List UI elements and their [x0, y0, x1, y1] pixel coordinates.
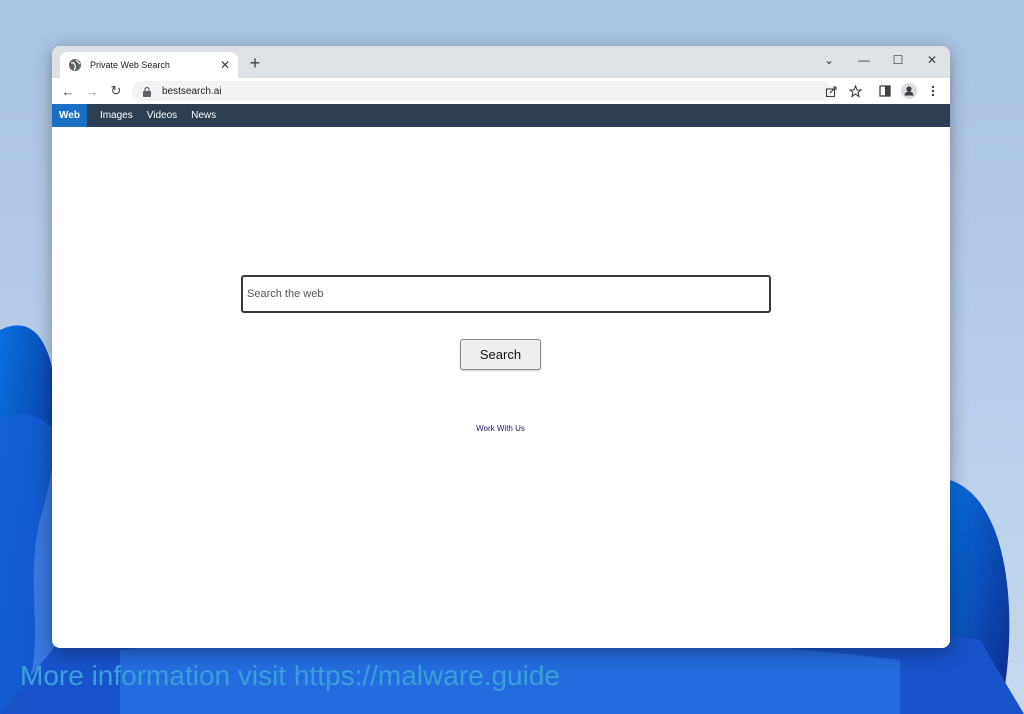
close-window-button[interactable]: ✕	[919, 50, 945, 70]
search-button[interactable]: Search	[460, 339, 541, 370]
tab-search-chevron-icon[interactable]: ⌄	[816, 50, 842, 70]
nav-images[interactable]: Images	[93, 104, 140, 127]
tab-title: Private Web Search	[90, 60, 170, 70]
browser-tab[interactable]: Private Web Search ✕	[60, 52, 238, 78]
browser-window: Private Web Search ✕ + ⌄ — ☐ ✕ ← → ↻ bes…	[52, 46, 950, 648]
search-input[interactable]	[241, 275, 771, 313]
nav-videos[interactable]: Videos	[140, 104, 184, 127]
nav-web[interactable]: Web	[52, 104, 87, 127]
star-icon[interactable]	[847, 83, 863, 99]
nav-news[interactable]: News	[184, 104, 223, 127]
watermark-text: More information visit https://malware.g…	[20, 660, 560, 691]
url-text: bestsearch.ai	[162, 85, 222, 97]
reload-button[interactable]: ↻	[107, 82, 125, 100]
address-bar[interactable]: bestsearch.ai	[132, 81, 832, 101]
back-button[interactable]: ←	[59, 82, 77, 100]
forward-button[interactable]: →	[83, 82, 101, 100]
globe-icon	[68, 58, 82, 72]
menu-icon[interactable]	[925, 83, 941, 99]
lock-icon	[142, 86, 152, 97]
title-bar: Private Web Search ✕ + ⌄ — ☐ ✕	[52, 46, 950, 78]
new-tab-button[interactable]: +	[244, 52, 266, 74]
browser-toolbar: ← → ↻ bestsearch.ai	[52, 78, 950, 104]
minimize-button[interactable]: —	[851, 50, 877, 70]
sidepanel-icon[interactable]	[877, 83, 893, 99]
site-navigation: Web Images Videos News	[52, 104, 950, 127]
profile-icon[interactable]	[901, 83, 917, 99]
share-icon[interactable]	[823, 83, 839, 99]
tab-close-icon[interactable]: ✕	[220, 59, 230, 71]
work-with-us-link[interactable]: Work With Us	[452, 424, 549, 433]
maximize-button[interactable]: ☐	[885, 50, 911, 70]
